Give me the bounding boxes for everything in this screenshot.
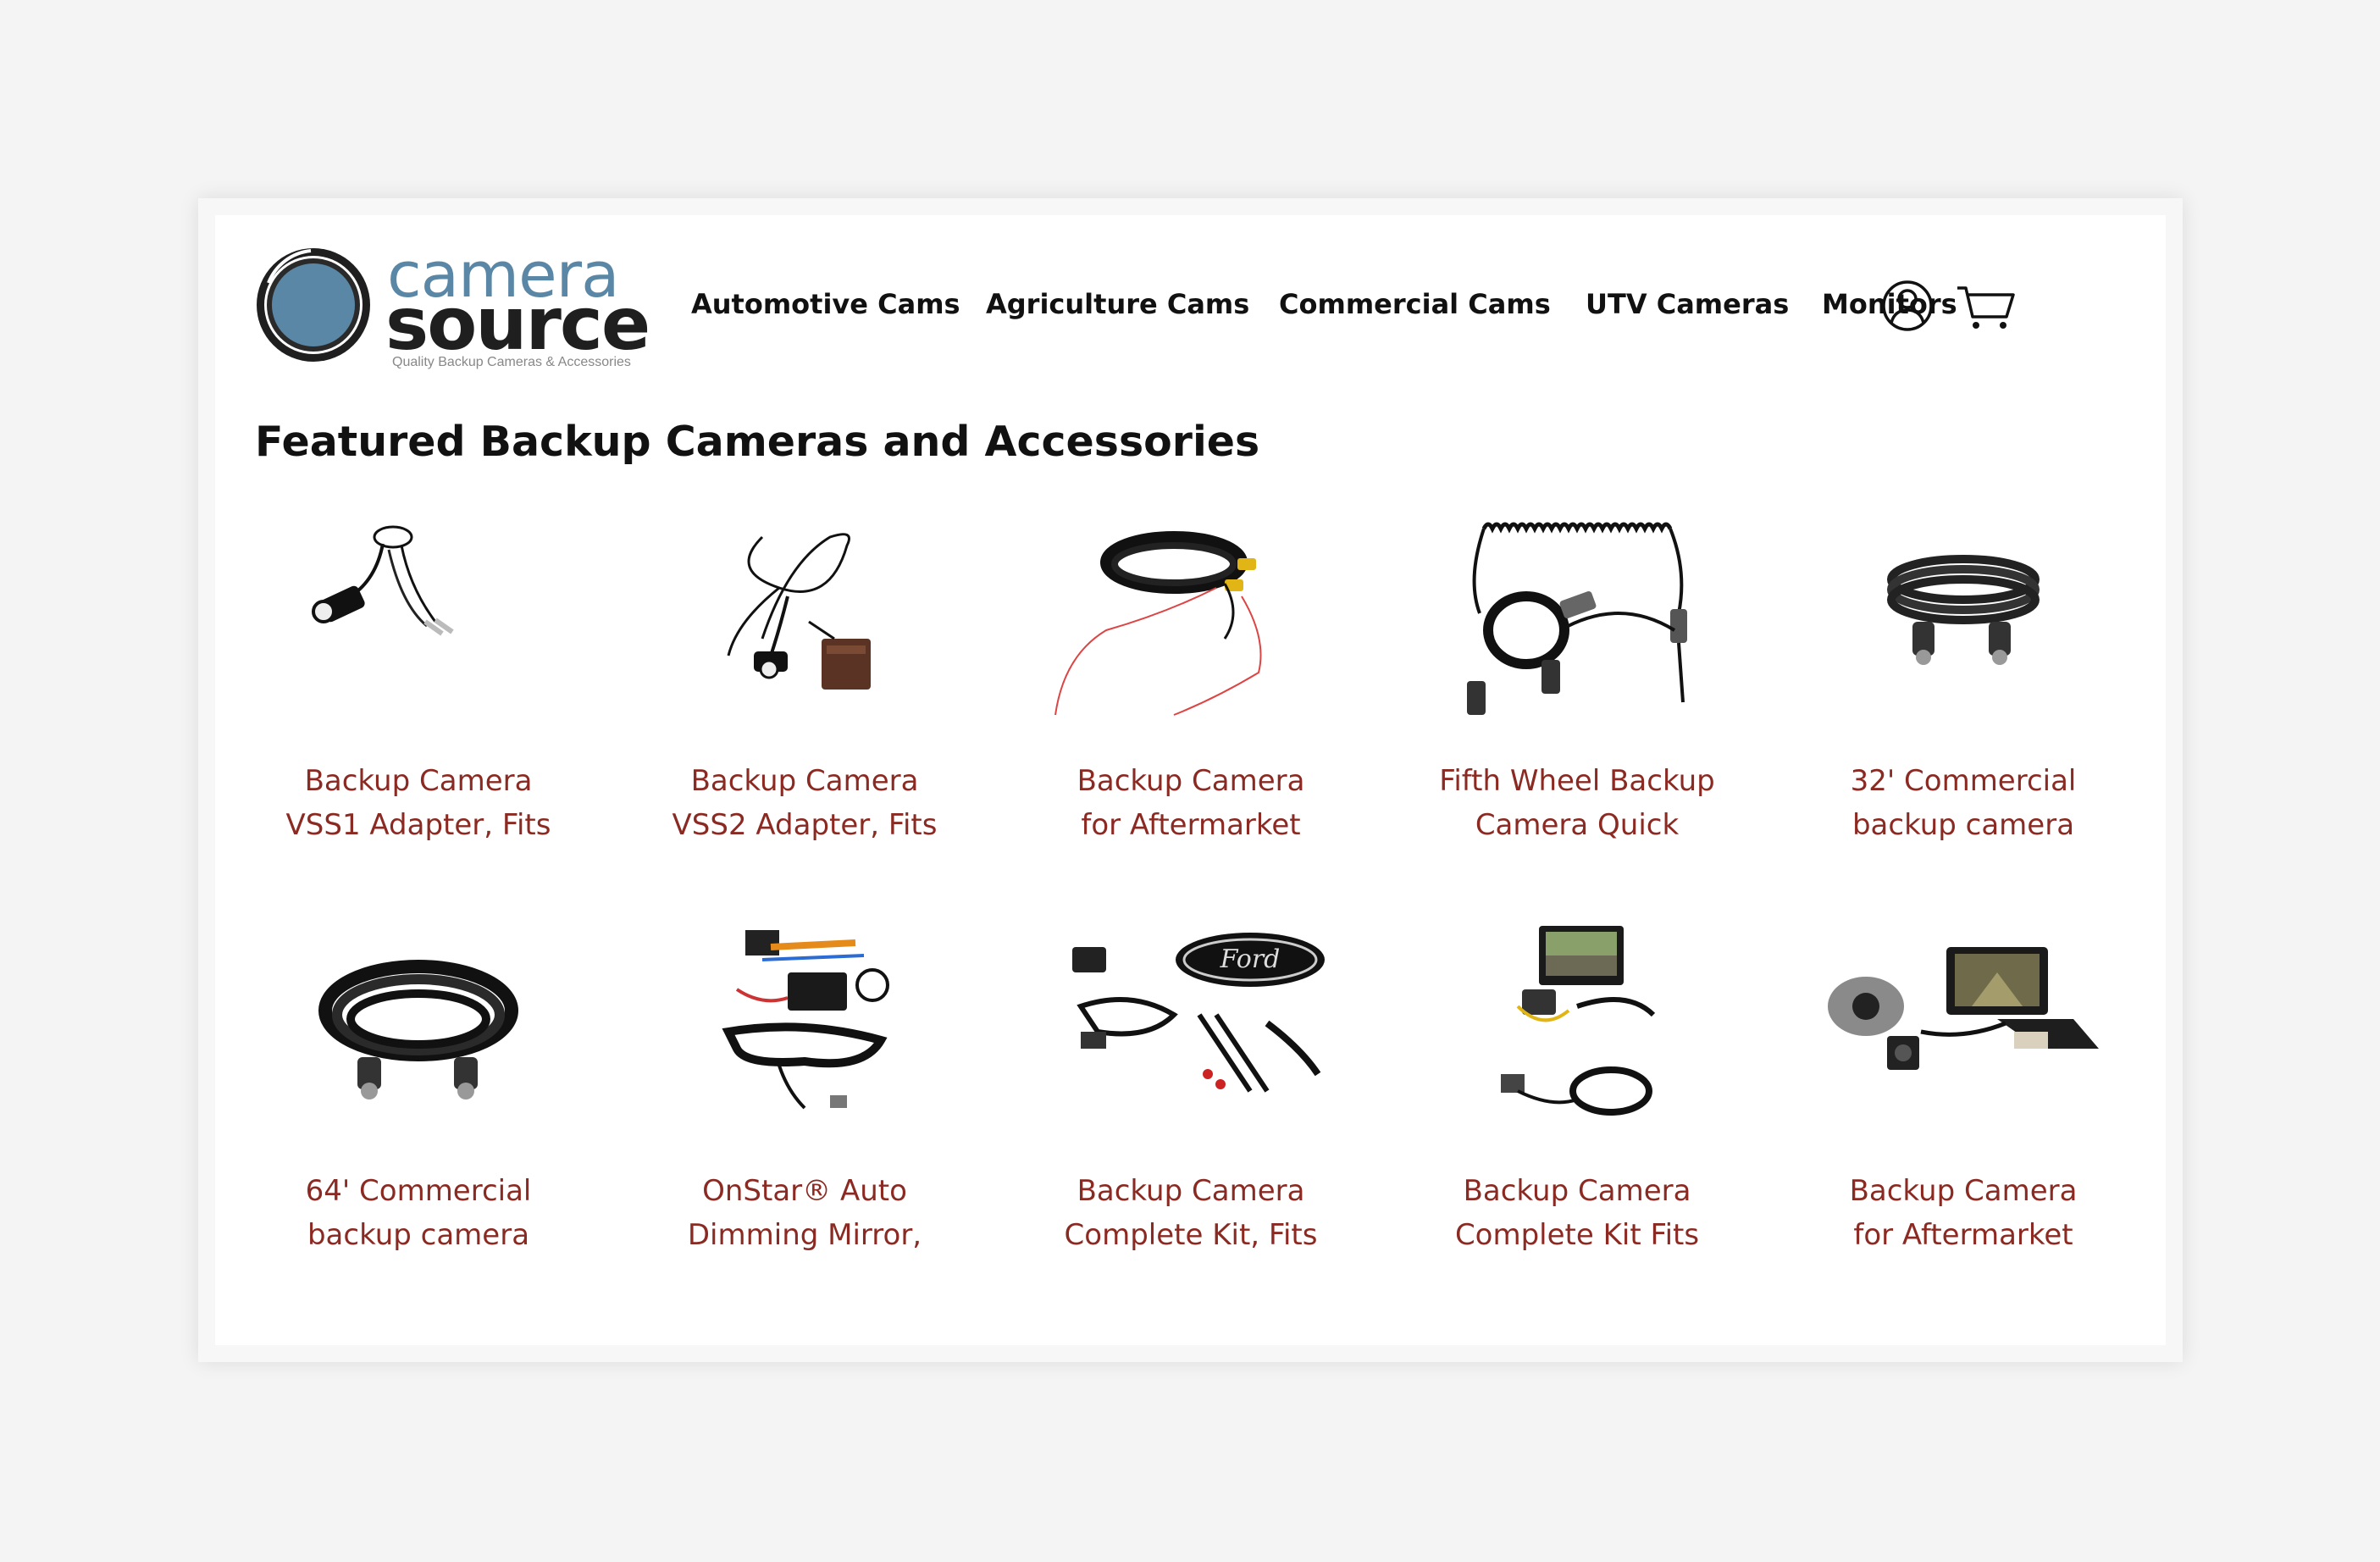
page-content: camera source Quality Backup Cameras & A… [215, 215, 2166, 1345]
product-title[interactable]: 32' Commercial backup camera [1785, 759, 2141, 847]
product-card[interactable]: Backup Camera for Aftermarket [1013, 512, 1369, 884]
adapter-cable-image [312, 525, 454, 636]
product-title-line: backup camera [307, 1218, 530, 1252]
product-title[interactable]: OnStar® Auto Dimming Mirror, [627, 1169, 982, 1257]
brand-logo[interactable]: camera source Quality Backup Cameras & A… [252, 241, 667, 369]
svg-text:Ford: Ford [1220, 944, 1281, 974]
account-button[interactable] [1878, 276, 1937, 335]
product-title-line: Dimming Mirror, [687, 1218, 922, 1252]
product-title[interactable]: Backup Camera Complete Kit, Fits [1013, 1169, 1369, 1257]
cable-coil-large-image [318, 960, 518, 1099]
product-title-line: Backup Camera [304, 764, 533, 798]
product-title-line: 32' Commercial [1850, 764, 2077, 798]
product-title-line: Complete Kit, Fits [1064, 1218, 1318, 1252]
nav-item-automotive-cams[interactable]: Automotive Cams [691, 283, 960, 325]
product-title-line: Complete Kit Fits [1454, 1218, 1700, 1252]
product-title-line: VSS2 Adapter, Fits [672, 808, 938, 842]
adapter-cable-plug-image [727, 533, 871, 690]
product-title-line: 64' Commercial [305, 1174, 532, 1208]
product-card[interactable]: Backup Camera Complete Kit Fits [1399, 922, 1755, 1294]
product-card[interactable]: 32' Commercial backup camera [1785, 512, 2141, 884]
nav-item-commercial-cams[interactable]: Commercial Cams [1279, 283, 1551, 325]
coiled-cable-image [1467, 522, 1687, 715]
product-title-line: Backup Camera [1077, 1174, 1305, 1208]
monitor-kit-image [1501, 926, 1656, 1116]
product-title[interactable]: Backup Camera for Aftermarket [1785, 1169, 2141, 1257]
product-title-line: Backup Camera [1077, 764, 1305, 798]
product-title[interactable]: 64' Commercial backup camera [241, 1169, 596, 1257]
product-title-line: for Aftermarket [1081, 808, 1301, 842]
product-title-line: backup camera [1851, 808, 2075, 842]
logo-word-source: source [385, 282, 650, 367]
product-title[interactable]: Backup Camera for Aftermarket [1013, 759, 1369, 847]
product-card[interactable]: Fifth Wheel Backup Camera Quick [1399, 512, 1755, 884]
ford-emblem-kit-image: Ford [1072, 933, 1325, 1093]
product-card[interactable]: Backup Camera VSS2 Adapter, Fits [627, 512, 982, 884]
wiring-harness-kit-image [722, 930, 889, 1110]
nav-item-utv-cameras[interactable]: UTV Cameras [1586, 283, 1789, 325]
product-title[interactable]: Backup Camera VSS1 Adapter, Fits [241, 759, 596, 847]
product-title-line: Fifth Wheel Backup [1439, 764, 1715, 798]
product-title-line: Backup Camera [690, 764, 919, 798]
camera-monitor-kit-image [1828, 947, 2099, 1070]
product-title-line: Backup Camera [1849, 1174, 2078, 1208]
product-title[interactable]: Backup Camera VSS2 Adapter, Fits [627, 759, 982, 847]
cart-button[interactable] [1954, 276, 2015, 335]
product-title-line: for Aftermarket [1853, 1218, 2073, 1252]
logo-tagline: Quality Backup Cameras & Accessories [392, 355, 631, 369]
logo-wordmark: camera source Quality Backup Cameras & A… [385, 241, 667, 369]
product-card[interactable]: Ford Backup Camera Complete Kit, Fits [1013, 922, 1369, 1294]
product-title[interactable]: Backup Camera Complete Kit Fits [1399, 1169, 1755, 1257]
shopping-cart-icon [1957, 286, 2015, 329]
rca-cable-coil-image [1054, 531, 1262, 716]
nav-item-agriculture-cams[interactable]: Agriculture Cams [986, 283, 1249, 325]
logo-lens-icon [257, 248, 370, 362]
product-title-line: Camera Quick [1475, 808, 1680, 842]
page-card: camera source Quality Backup Cameras & A… [198, 198, 2183, 1362]
product-title-line: OnStar® Auto [702, 1174, 907, 1208]
product-title[interactable]: Fifth Wheel Backup Camera Quick [1399, 759, 1755, 847]
product-card[interactable]: OnStar® Auto Dimming Mirror, [627, 922, 982, 1294]
product-card[interactable]: Backup Camera VSS1 Adapter, Fits [241, 512, 596, 884]
product-title-line: Backup Camera [1463, 1174, 1691, 1208]
cable-coil-image [1887, 555, 2040, 665]
product-title-line: VSS1 Adapter, Fits [285, 808, 551, 842]
featured-heading: Featured Backup Cameras and Accessories [255, 418, 1260, 466]
user-circle-icon [1882, 280, 1933, 331]
product-card[interactable]: 64' Commercial backup camera [241, 922, 596, 1294]
product-card[interactable]: Backup Camera for Aftermarket [1785, 922, 2141, 1294]
